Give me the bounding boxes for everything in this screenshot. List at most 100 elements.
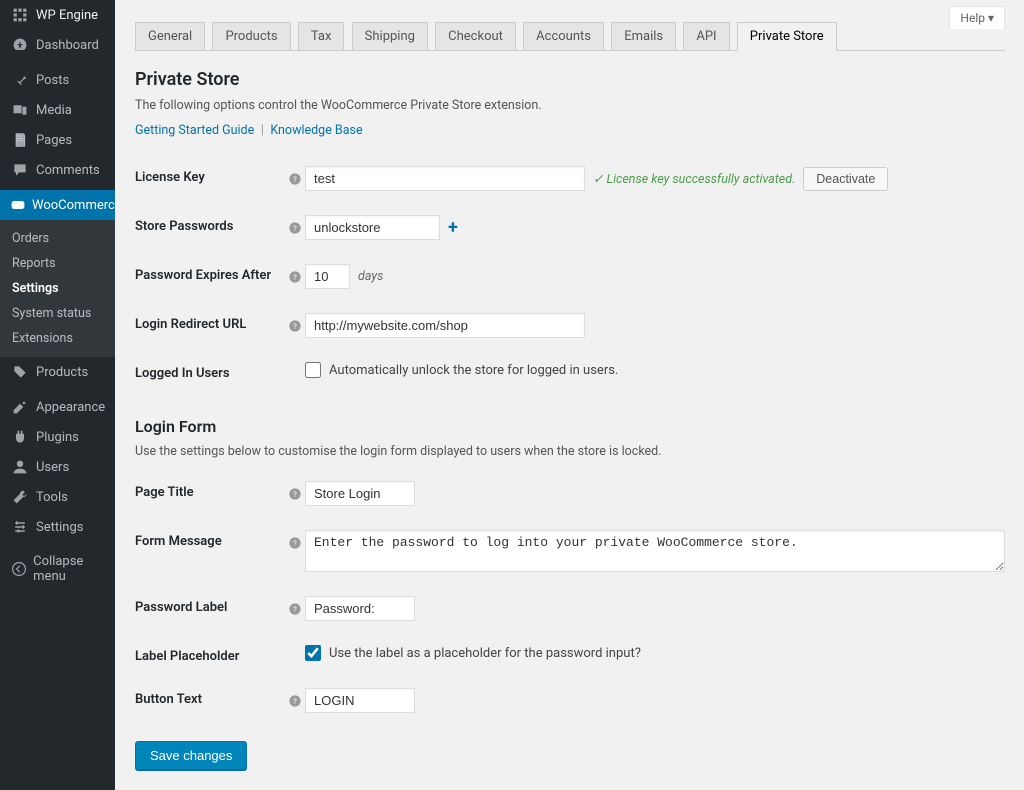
svg-text:?: ?	[293, 605, 297, 614]
label-store-passwords: Store Passwords	[135, 215, 285, 234]
sub-item-settings[interactable]: Settings	[0, 276, 115, 301]
label-button-text: Button Text	[135, 688, 285, 707]
textarea-form-message[interactable]	[305, 530, 1005, 572]
checkbox-logged-in[interactable]	[305, 362, 321, 378]
svg-text:?: ?	[293, 490, 297, 499]
input-login-redirect[interactable]	[305, 313, 585, 338]
svg-text:?: ?	[293, 175, 297, 184]
unit-days: days	[358, 269, 383, 284]
cb-label-logged-in: Automatically unlock the store for logge…	[329, 363, 618, 378]
link-getting-started[interactable]: Getting Started Guide	[135, 123, 254, 138]
wpengine-icon	[10, 7, 30, 23]
tab-accounts[interactable]: Accounts	[523, 22, 604, 51]
sidebar-label: Products	[36, 365, 88, 380]
row-label-placeholder: Label Placeholder Use the label as a pla…	[135, 633, 1005, 676]
collapse-icon	[10, 561, 27, 577]
woo-icon	[10, 197, 26, 213]
label-form-message: Form Message	[135, 530, 285, 549]
tab-emails[interactable]: Emails	[611, 22, 676, 51]
sub-item-reports[interactable]: Reports	[0, 251, 115, 276]
tab-api[interactable]: API	[683, 22, 729, 51]
help-icon[interactable]: ?	[285, 264, 305, 288]
sidebar-item-plugins[interactable]: Plugins	[0, 422, 115, 452]
svg-text:?: ?	[293, 224, 297, 233]
svg-text:?: ?	[293, 539, 297, 548]
help-icon[interactable]: ?	[285, 166, 305, 190]
users-icon	[10, 459, 30, 475]
row-password-label: Password Label ?	[135, 584, 1005, 633]
sidebar-item-comments[interactable]: Comments	[0, 155, 115, 185]
label-page-title: Page Title	[135, 481, 285, 500]
sub-item-orders[interactable]: Orders	[0, 226, 115, 251]
tab-shipping[interactable]: Shipping	[352, 22, 428, 51]
products-icon	[10, 364, 30, 380]
input-password-expires[interactable]	[305, 264, 350, 289]
sidebar-item-products[interactable]: Products	[0, 357, 115, 387]
label-password-label: Password Label	[135, 596, 285, 615]
tab-checkout[interactable]: Checkout	[435, 22, 516, 51]
help-icon[interactable]: ?	[285, 215, 305, 239]
woo-submenu: Orders Reports Settings System status Ex…	[0, 220, 115, 357]
row-password-expires: Password Expires After ? days	[135, 252, 1005, 301]
sidebar-item-pages[interactable]: Pages	[0, 125, 115, 155]
save-changes-button[interactable]: Save changes	[135, 741, 247, 770]
help-icon[interactable]: ?	[285, 481, 305, 505]
sidebar-label: Dashboard	[36, 38, 99, 53]
sidebar-label: Posts	[36, 73, 69, 88]
help-icon[interactable]: ?	[285, 313, 305, 337]
checkbox-label-placeholder[interactable]	[305, 645, 321, 661]
settings-icon	[10, 519, 30, 535]
svg-text:?: ?	[293, 697, 297, 706]
pin-icon	[10, 72, 30, 88]
add-password-icon[interactable]: +	[448, 217, 458, 238]
sidebar-label: WP Engine	[36, 8, 98, 23]
input-store-password[interactable]	[305, 215, 440, 240]
help-icon[interactable]: ?	[285, 688, 305, 712]
sidebar-item-users[interactable]: Users	[0, 452, 115, 482]
sidebar-label: Media	[36, 103, 72, 118]
sidebar-label: Tools	[36, 490, 68, 505]
input-license-key[interactable]	[305, 166, 585, 191]
help-icon[interactable]: ?	[285, 530, 305, 554]
doc-links: Getting Started Guide | Knowledge Base	[135, 123, 1005, 138]
help-icon-spacer	[285, 362, 305, 368]
sidebar-collapse[interactable]: Collapse menu	[0, 547, 115, 591]
label-login-redirect: Login Redirect URL	[135, 313, 285, 332]
svg-text:?: ?	[293, 273, 297, 282]
tab-private-store[interactable]: Private Store	[737, 22, 837, 51]
sidebar-item-posts[interactable]: Posts	[0, 65, 115, 95]
login-form-desc: Use the settings below to customise the …	[135, 444, 1005, 459]
tab-tax[interactable]: Tax	[298, 22, 345, 51]
row-store-passwords: Store Passwords ? +	[135, 203, 1005, 252]
link-knowledge-base[interactable]: Knowledge Base	[270, 123, 362, 138]
sidebar-item-settings[interactable]: Settings	[0, 512, 115, 542]
sidebar-label: WooCommerce	[32, 198, 122, 213]
sidebar-item-media[interactable]: Media	[0, 95, 115, 125]
label-logged-in: Logged In Users	[135, 362, 285, 381]
input-password-label[interactable]	[305, 596, 415, 621]
sidebar-item-tools[interactable]: Tools	[0, 482, 115, 512]
sub-item-system-status[interactable]: System status	[0, 301, 115, 326]
page-intro: The following options control the WooCom…	[135, 98, 1005, 113]
plugins-icon	[10, 429, 30, 445]
sidebar-brand[interactable]: WP Engine	[0, 0, 115, 30]
sub-item-extensions[interactable]: Extensions	[0, 326, 115, 351]
appearance-icon	[10, 399, 30, 415]
sidebar-item-appearance[interactable]: Appearance	[0, 392, 115, 422]
cb-label-placeholder: Use the label as a placeholder for the p…	[329, 646, 641, 661]
sidebar-item-woocommerce[interactable]: WooCommerce	[0, 190, 115, 220]
help-tab[interactable]: Help ▾	[949, 6, 1005, 29]
tab-products[interactable]: Products	[212, 22, 290, 51]
help-icon[interactable]: ?	[285, 596, 305, 620]
deactivate-button[interactable]: Deactivate	[803, 167, 888, 191]
row-license-key: License Key ? ✓ License key successfully…	[135, 154, 1005, 203]
comments-icon	[10, 162, 30, 178]
label-password-expires: Password Expires After	[135, 264, 285, 283]
tools-icon	[10, 489, 30, 505]
tab-general[interactable]: General	[135, 22, 205, 51]
sidebar-label: Users	[36, 460, 69, 475]
media-icon	[10, 102, 30, 118]
sidebar-label: Settings	[36, 520, 83, 535]
sidebar-item-dashboard[interactable]: Dashboard	[0, 30, 115, 60]
input-page-title[interactable]	[305, 481, 415, 506]
